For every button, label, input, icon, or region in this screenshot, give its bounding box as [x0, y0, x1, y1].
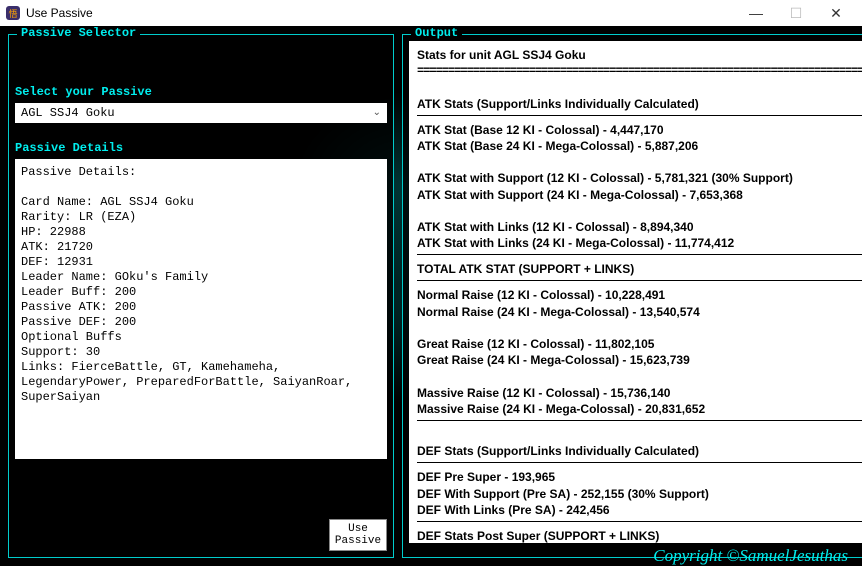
output-header: Stats for unit AGL SSJ4 Goku: [417, 47, 862, 63]
close-button[interactable]: ✕: [816, 1, 856, 25]
stat-line: ATK Stat (Base 12 KI - Colossal) - 4,447…: [417, 122, 862, 138]
passive-selector-panel: Passive Selector Select your Passive AGL…: [8, 34, 394, 558]
details-label: Passive Details: [15, 141, 387, 155]
window-title: Use Passive: [26, 6, 93, 20]
copyright-text: Copyright ©SamuelJesuthas: [653, 546, 848, 566]
app-body: Passive Selector Select your Passive AGL…: [0, 26, 862, 566]
divider: [417, 420, 862, 421]
divider: [417, 115, 862, 116]
selector-panel-title: Passive Selector: [17, 26, 140, 40]
atk-section-header: ATK Stats (Support/Links Individually Ca…: [417, 96, 862, 112]
total-atk-header: TOTAL ATK STAT (SUPPORT + LINKS): [417, 261, 862, 277]
divider: [417, 280, 862, 281]
app-icon: 悟: [6, 6, 20, 20]
use-passive-button[interactable]: Use Passive: [329, 519, 387, 551]
passive-dropdown[interactable]: AGL SSJ4 Goku ⌄: [15, 103, 387, 123]
stat-line: Great Raise (24 KI - Mega-Colossal) - 15…: [417, 352, 862, 368]
output-panel-title: Output: [411, 26, 462, 40]
details-textbox[interactable]: Passive Details: Card Name: AGL SSJ4 Gok…: [15, 159, 387, 459]
stat-line: ATK Stat with Support (24 KI - Mega-Colo…: [417, 187, 862, 203]
divider: [417, 254, 862, 255]
stat-line: ATK Stat with Links (12 KI - Colossal) -…: [417, 219, 862, 235]
stat-line: ATK Stat with Support (12 KI - Colossal)…: [417, 170, 862, 186]
selector-label: Select your Passive: [15, 85, 387, 99]
chevron-down-icon: ⌄: [373, 107, 381, 119]
output-panel: Output Stats for unit AGL SSJ4 Goku ====…: [402, 34, 862, 558]
def-post-header: DEF Stats Post Super (SUPPORT + LINKS): [417, 528, 862, 543]
divider: [417, 462, 862, 463]
def-section-header: DEF Stats (Support/Links Individually Ca…: [417, 443, 862, 459]
maximize-button[interactable]: ☐: [776, 1, 816, 25]
dropdown-selected: AGL SSJ4 Goku: [21, 106, 115, 120]
stat-line: DEF Pre Super - 193,965: [417, 469, 862, 485]
stat-line: Great Raise (12 KI - Colossal) - 11,802,…: [417, 336, 862, 352]
minimize-button[interactable]: —: [736, 1, 776, 25]
stat-line: DEF With Support (Pre SA) - 252,155 (30%…: [417, 486, 862, 502]
stat-line: DEF With Links (Pre SA) - 242,456: [417, 502, 862, 518]
window-controls: — ☐ ✕: [736, 1, 856, 25]
divider: [417, 521, 862, 522]
window-titlebar: 悟 Use Passive — ☐ ✕: [0, 0, 862, 26]
stat-line: Normal Raise (24 KI - Mega-Colossal) - 1…: [417, 304, 862, 320]
stat-line: Massive Raise (24 KI - Mega-Colossal) - …: [417, 401, 862, 417]
divider-double: ========================================…: [417, 63, 862, 79]
output-textbox[interactable]: Stats for unit AGL SSJ4 Goku ===========…: [409, 41, 862, 543]
stat-line: Normal Raise (12 KI - Colossal) - 10,228…: [417, 287, 862, 303]
stat-line: ATK Stat with Links (24 KI - Mega-Coloss…: [417, 235, 862, 251]
stat-line: Massive Raise (12 KI - Colossal) - 15,73…: [417, 385, 862, 401]
stat-line: ATK Stat (Base 24 KI - Mega-Colossal) - …: [417, 138, 862, 154]
